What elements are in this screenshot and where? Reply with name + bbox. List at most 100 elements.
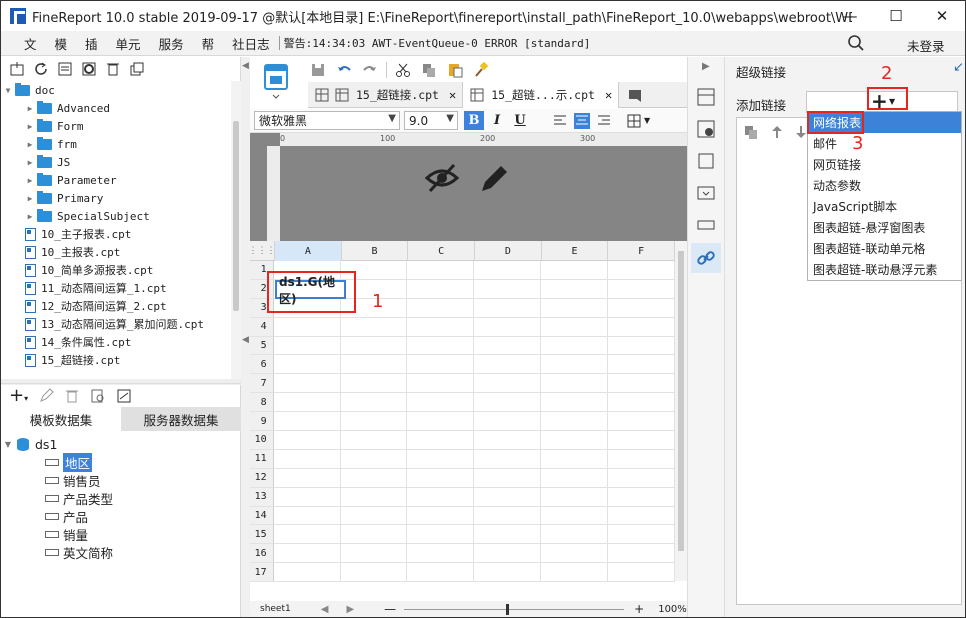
menu-log[interactable]: 社日志 bbox=[223, 34, 279, 53]
font-family-select[interactable]: 微软雅黑 ▼ bbox=[254, 111, 400, 130]
tree-file[interactable]: 10_主报表.cpt bbox=[1, 243, 231, 261]
column-header-cell[interactable]: B bbox=[342, 241, 409, 261]
border-icon[interactable] bbox=[626, 113, 642, 129]
copy-cell-icon[interactable] bbox=[421, 62, 437, 78]
grid-cell[interactable] bbox=[407, 563, 475, 582]
grid-cell[interactable] bbox=[541, 393, 609, 412]
grid-cell[interactable] bbox=[341, 374, 408, 393]
tree-file[interactable]: 12_动态隔间运算_2.cpt bbox=[1, 297, 231, 315]
column-header-cell[interactable]: A bbox=[275, 241, 342, 261]
grid-cell[interactable] bbox=[274, 431, 341, 449]
delete-icon[interactable] bbox=[105, 61, 121, 77]
grid-cell[interactable] bbox=[474, 336, 542, 355]
grid-cell[interactable] bbox=[407, 431, 475, 449]
grid-cell[interactable] bbox=[541, 506, 609, 525]
grid-cell[interactable] bbox=[541, 279, 609, 298]
menu-server[interactable]: 服务 bbox=[150, 34, 193, 53]
grid-cell[interactable] bbox=[608, 374, 676, 393]
menu-file[interactable]: 文 bbox=[15, 34, 46, 53]
grid-cell[interactable] bbox=[541, 487, 609, 506]
grid-cell[interactable] bbox=[407, 544, 475, 563]
hyperlink-icon[interactable] bbox=[691, 243, 721, 273]
close-tab-icon[interactable]: ✕ bbox=[605, 88, 612, 102]
grid-cell[interactable] bbox=[274, 393, 341, 412]
tree-folder[interactable]: ▶ SpecialSubject bbox=[1, 207, 231, 225]
copy-link-icon[interactable] bbox=[743, 124, 759, 140]
grid-cell[interactable] bbox=[274, 544, 341, 563]
zoom-slider[interactable] bbox=[404, 603, 625, 615]
grid-cell[interactable] bbox=[474, 449, 542, 468]
row-header[interactable]: 8 bbox=[250, 393, 274, 412]
tree-scrollbar[interactable] bbox=[231, 81, 241, 381]
grid-cell[interactable] bbox=[474, 487, 542, 506]
tree-folder[interactable]: ▶ Form bbox=[1, 117, 231, 135]
tree-folder[interactable]: ▶ Parameter bbox=[1, 171, 231, 189]
menu-help[interactable]: 帮 bbox=[193, 34, 224, 53]
grid-cell[interactable] bbox=[474, 525, 542, 544]
grid-cell[interactable] bbox=[541, 449, 609, 468]
grid-cell[interactable] bbox=[474, 355, 542, 374]
grid-cell[interactable] bbox=[541, 336, 609, 355]
grid-cell[interactable] bbox=[608, 544, 676, 563]
row-header[interactable]: 15 bbox=[250, 525, 274, 544]
tab-hyperlink-demo-cpt[interactable]: 15_超链...示.cpt ✕ bbox=[463, 82, 620, 108]
cell-attr-icon[interactable] bbox=[696, 119, 716, 139]
login-status[interactable]: 未登录 bbox=[907, 36, 945, 55]
column-header-cell[interactable]: C bbox=[408, 241, 476, 261]
grid-cell[interactable] bbox=[608, 525, 676, 544]
grid-cell[interactable] bbox=[407, 487, 475, 506]
grid-cell[interactable] bbox=[608, 393, 676, 412]
grid-cell[interactable] bbox=[407, 317, 475, 336]
grid-cell[interactable] bbox=[541, 261, 609, 279]
grid-cell[interactable] bbox=[274, 487, 341, 506]
grid-cell[interactable] bbox=[341, 412, 408, 431]
row-header[interactable]: 17 bbox=[250, 563, 274, 582]
tab-hyperlink-cpt[interactable]: 15_超链接.cpt ✕ bbox=[308, 82, 464, 108]
chevron-down-icon[interactable]: ▼ bbox=[644, 116, 650, 125]
close-tab-icon[interactable]: ✕ bbox=[449, 88, 456, 102]
menu-item-link-type[interactable]: 图表超链-联动悬浮元素 bbox=[808, 259, 961, 280]
open-template-icon[interactable] bbox=[57, 61, 73, 77]
tree-file[interactable]: 10_主子报表.cpt bbox=[1, 225, 231, 243]
grid-cell[interactable] bbox=[608, 412, 676, 431]
select-all-corner[interactable]: ⋮⋮⋮ bbox=[250, 241, 276, 261]
menu-item-link-type[interactable]: 动态参数 bbox=[808, 175, 961, 196]
grid-cell[interactable] bbox=[541, 412, 609, 431]
grid-cell[interactable] bbox=[341, 317, 408, 336]
menu-template[interactable]: 模 bbox=[46, 34, 77, 53]
dataset-field[interactable]: 产品类型 bbox=[1, 489, 241, 507]
tree-folder[interactable]: ▶ frm bbox=[1, 135, 231, 153]
grid-cell[interactable] bbox=[274, 355, 341, 374]
grid-cell[interactable] bbox=[341, 544, 408, 563]
row-header[interactable]: 13 bbox=[250, 487, 274, 506]
menu-insert[interactable]: 插 bbox=[76, 34, 107, 53]
dataset-field[interactable]: 销售员 bbox=[1, 471, 241, 489]
row-header[interactable]: 11 bbox=[250, 449, 274, 468]
grid-cell[interactable] bbox=[474, 374, 542, 393]
expand-icon[interactable]: ↙ bbox=[953, 60, 964, 75]
grid-cell[interactable] bbox=[474, 298, 542, 317]
menu-cell[interactable]: 单元 bbox=[107, 34, 150, 53]
grid-cell[interactable] bbox=[407, 525, 475, 544]
grid-cell[interactable] bbox=[341, 431, 408, 449]
grid-cell[interactable] bbox=[474, 261, 542, 279]
grid-cell[interactable] bbox=[541, 563, 609, 582]
search-icon[interactable] bbox=[847, 34, 865, 52]
copy-icon[interactable] bbox=[129, 61, 145, 77]
grid-scrollbar[interactable] bbox=[675, 241, 687, 581]
grid-cell[interactable] bbox=[608, 279, 676, 298]
tab-list-icon[interactable] bbox=[619, 82, 651, 108]
grid-cell[interactable] bbox=[608, 298, 676, 317]
grid-cell[interactable] bbox=[541, 431, 609, 449]
row-header[interactable]: 9 bbox=[250, 412, 274, 431]
zoom-out-button[interactable]: — bbox=[384, 602, 396, 616]
dataset-field[interactable]: 销量 bbox=[1, 525, 241, 543]
grid-cell[interactable] bbox=[274, 374, 341, 393]
edit-pencil-icon[interactable] bbox=[478, 161, 510, 195]
tree-file[interactable]: 15_超链接.cpt bbox=[1, 351, 231, 369]
menu-item-link-type[interactable]: 邮件 bbox=[808, 133, 961, 154]
sheet-tab[interactable]: sheet1 bbox=[260, 604, 291, 614]
dataset-field[interactable]: 地区 bbox=[1, 452, 241, 472]
save-icon[interactable] bbox=[310, 62, 326, 78]
grid-cell[interactable] bbox=[608, 317, 676, 336]
